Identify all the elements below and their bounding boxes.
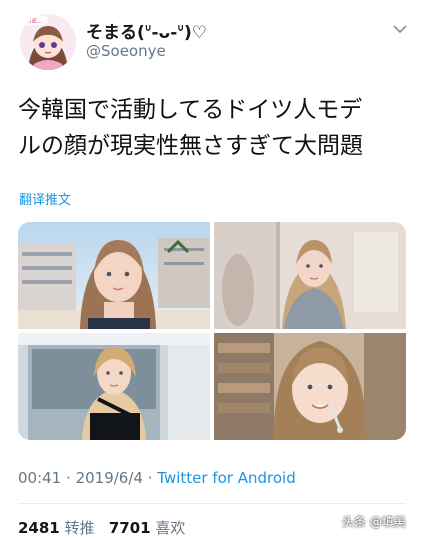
tweet-text: 今韓国で活動してるドイツ人モデ ルの顔が現実性無さすぎて大問題: [18, 92, 408, 164]
photo-image: [18, 333, 210, 440]
tweet-source-link[interactable]: Twitter for Android: [157, 469, 295, 487]
photo-image: [18, 222, 210, 329]
media-photo-1[interactable]: [18, 222, 210, 329]
divider: [18, 503, 406, 504]
watermark: 头条 @填美: [342, 515, 406, 529]
chevron-down-icon[interactable]: [393, 24, 407, 34]
retweets-label: 转推: [64, 519, 95, 537]
media-photo-2[interactable]: [214, 222, 406, 329]
photo-image: [214, 222, 406, 329]
avatar-badge-text: ahiE...: [24, 18, 43, 25]
tweet-meta: 00:41 · 2019/6/4 · Twitter for Android: [18, 469, 296, 487]
tweet-time: 00:41: [18, 469, 62, 487]
tweet-text-line: ルの顔が現実性無さすぎて大問題: [18, 133, 363, 159]
tweet-text-line: 今韓国で活動してるドイツ人モデ: [18, 97, 363, 123]
tweet-header: ahiE... そまる(ᐡ-ᴗ-ᐡ)♡ @Soeonye: [0, 0, 422, 80]
display-name[interactable]: そまる(ᐡ-ᴗ-ᐡ)♡: [86, 18, 207, 43]
avatar-illustration: ahiE...: [20, 14, 76, 70]
user-handle[interactable]: @Soeonye: [86, 42, 166, 60]
meta-separator: ·: [66, 469, 71, 487]
retweets-stat[interactable]: 2481 转推: [18, 519, 95, 537]
meta-separator: ·: [147, 469, 153, 487]
media-grid: [18, 222, 406, 440]
media-photo-3[interactable]: [18, 333, 210, 440]
tweet-date: 2019/6/4: [75, 469, 143, 487]
likes-label: 喜欢: [155, 519, 186, 537]
tweet-stats: 2481 转推 7701 喜欢: [18, 517, 185, 538]
translate-tweet-link[interactable]: 翻译推文: [19, 189, 71, 208]
retweets-count: 2481: [18, 519, 60, 537]
avatar[interactable]: ahiE...: [20, 14, 76, 70]
likes-stat[interactable]: 7701 喜欢: [109, 519, 186, 537]
photo-image: [214, 333, 406, 440]
media-photo-4[interactable]: [214, 333, 406, 440]
likes-count: 7701: [108, 519, 151, 537]
